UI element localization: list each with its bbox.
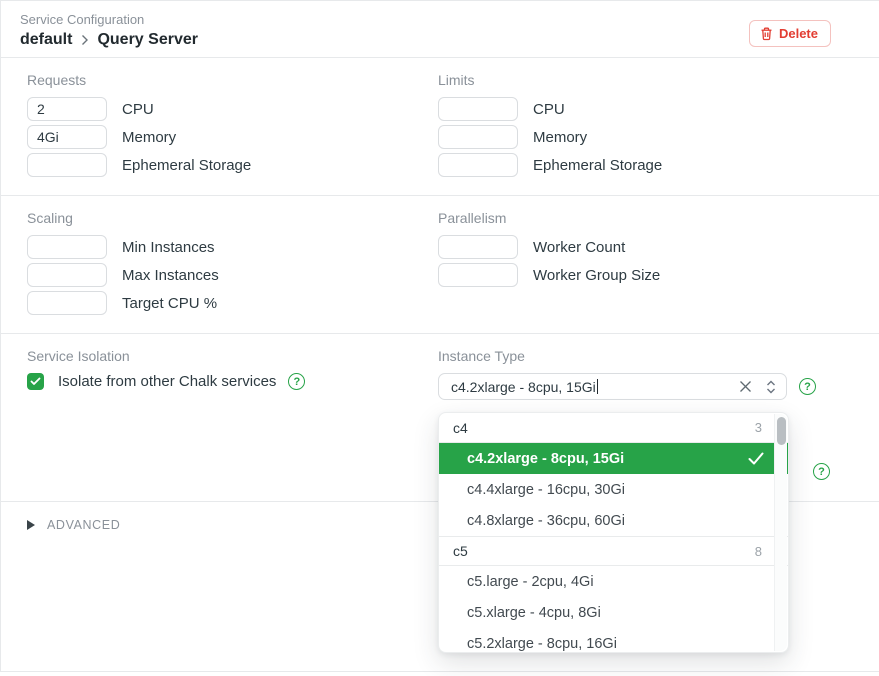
field-row: Min Instances [27, 235, 438, 259]
group-count: 3 [755, 420, 762, 435]
text-caret [597, 379, 598, 394]
selected-check-icon [748, 452, 764, 465]
field-row: Ephemeral Storage [438, 153, 831, 177]
field-row: Ephemeral Storage [27, 153, 438, 177]
requests-title: Requests [27, 72, 438, 88]
header-titles: Service Configuration default Query Serv… [20, 12, 198, 49]
isolation-checkbox-row: Isolate from other Chalk services ? [27, 373, 438, 390]
group-count: 8 [755, 544, 762, 559]
breadcrumb-chevron-icon [79, 34, 90, 46]
option-label: c5.large - 2cpu, 4Gi [467, 574, 594, 590]
scaling-min-instances-input[interactable] [27, 235, 107, 259]
group-name: c5 [453, 543, 468, 559]
limits-ephemeral-storage-input[interactable] [438, 153, 518, 177]
instance-type-value: c4.2xlarge - 8cpu, 15Gi [451, 379, 596, 395]
page-subtitle: Service Configuration [20, 12, 198, 27]
group-header-c4: c4 3 [439, 413, 788, 443]
dropdown-scrollbar-track[interactable] [774, 414, 787, 651]
field-row: Worker Count [438, 235, 831, 259]
field-row: Memory [27, 125, 438, 149]
worker-count-input[interactable] [438, 235, 518, 259]
field-row: Max Instances [27, 263, 438, 287]
limits-memory-input[interactable] [438, 125, 518, 149]
field-label: Min Instances [122, 239, 215, 256]
field-label: Worker Count [533, 239, 625, 256]
field-label: Worker Group Size [533, 267, 660, 284]
field-row: CPU [438, 97, 831, 121]
service-isolation-group: Service Isolation Isolate from other Cha… [27, 348, 438, 487]
limits-group: Limits CPU Memory Ephemeral Storage [438, 72, 831, 181]
requests-group: Requests CPU Memory Ephemeral Storage [27, 72, 438, 181]
parallelism-group: Parallelism Worker Count Worker Group Si… [438, 210, 831, 319]
option-label: c4.4xlarge - 16cpu, 30Gi [467, 482, 625, 498]
service-isolation-title: Service Isolation [27, 348, 438, 364]
scaling-parallelism-section: Scaling Min Instances Max Instances Targ… [1, 196, 879, 333]
scaling-max-instances-input[interactable] [27, 263, 107, 287]
isolation-checkbox[interactable] [27, 373, 44, 390]
option-label: c4.2xlarge - 8cpu, 15Gi [467, 451, 624, 467]
scaling-target-cpu-input[interactable] [27, 291, 107, 315]
field-label: Target CPU % [122, 295, 217, 312]
field-row: Memory [438, 125, 831, 149]
requests-memory-input[interactable] [27, 125, 107, 149]
parallelism-title: Parallelism [438, 210, 831, 226]
requests-ephemeral-storage-input[interactable] [27, 153, 107, 177]
option-label: c5.2xlarge - 8cpu, 16Gi [467, 636, 617, 652]
breadcrumb: default Query Server [20, 31, 198, 49]
hidden-field-help-icon[interactable]: ? [813, 463, 830, 480]
option-c4-2xlarge[interactable]: c4.2xlarge - 8cpu, 15Gi [439, 443, 788, 474]
scaling-title: Scaling [27, 210, 438, 226]
header: Service Configuration default Query Serv… [1, 1, 879, 58]
requests-cpu-input[interactable] [27, 97, 107, 121]
field-label: CPU [122, 101, 154, 118]
collapsed-triangle-icon [27, 520, 35, 530]
field-row: Worker Group Size [438, 263, 831, 287]
scaling-group: Scaling Min Instances Max Instances Targ… [27, 210, 438, 319]
breadcrumb-parent[interactable]: default [20, 31, 72, 49]
instance-type-help-icon[interactable]: ? [799, 378, 816, 395]
instance-type-title: Instance Type [438, 348, 831, 364]
option-c4-4xlarge[interactable]: c4.4xlarge - 16cpu, 30Gi [439, 474, 788, 505]
limits-cpu-input[interactable] [438, 97, 518, 121]
sort-chevrons-icon[interactable] [765, 379, 777, 395]
instance-type-dropdown: c4 3 c4.2xlarge - 8cpu, 15Gi c4.4xlarge … [438, 412, 789, 653]
option-label: c4.8xlarge - 36cpu, 60Gi [467, 513, 625, 529]
field-label: Memory [122, 129, 176, 146]
field-row: CPU [27, 97, 438, 121]
field-label: Memory [533, 129, 587, 146]
field-row: Target CPU % [27, 291, 438, 315]
field-label: CPU [533, 101, 565, 118]
combo-icons [738, 379, 777, 395]
service-configuration-panel: Service Configuration default Query Serv… [0, 0, 879, 672]
trash-icon [760, 27, 773, 41]
option-c4-8xlarge[interactable]: c4.8xlarge - 36cpu, 60Gi [439, 505, 788, 536]
group-header-c5: c5 8 [439, 536, 788, 566]
field-label: Ephemeral Storage [533, 157, 662, 174]
instance-type-combobox[interactable]: c4.2xlarge - 8cpu, 15Gi [438, 373, 787, 400]
option-c5-large[interactable]: c5.large - 2cpu, 4Gi [439, 566, 788, 597]
field-label: Ephemeral Storage [122, 157, 251, 174]
advanced-label: ADVANCED [47, 518, 120, 532]
isolation-checkbox-label: Isolate from other Chalk services [58, 373, 276, 390]
limits-title: Limits [438, 72, 831, 88]
option-c5-2xlarge[interactable]: c5.2xlarge - 8cpu, 16Gi [439, 628, 788, 653]
dropdown-scrollbar-thumb[interactable] [777, 417, 786, 445]
requests-limits-section: Requests CPU Memory Ephemeral Storage Li… [1, 58, 879, 195]
option-c5-xlarge[interactable]: c5.xlarge - 4cpu, 8Gi [439, 597, 788, 628]
isolation-help-icon[interactable]: ? [288, 373, 305, 390]
breadcrumb-current: Query Server [97, 31, 198, 49]
delete-button[interactable]: Delete [749, 20, 831, 47]
worker-group-size-input[interactable] [438, 263, 518, 287]
option-label: c5.xlarge - 4cpu, 8Gi [467, 605, 601, 621]
delete-button-label: Delete [779, 26, 818, 41]
field-label: Max Instances [122, 267, 219, 284]
clear-icon[interactable] [738, 379, 753, 394]
group-name: c4 [453, 420, 468, 436]
instance-type-row: c4.2xlarge - 8cpu, 15Gi ? [438, 373, 831, 400]
